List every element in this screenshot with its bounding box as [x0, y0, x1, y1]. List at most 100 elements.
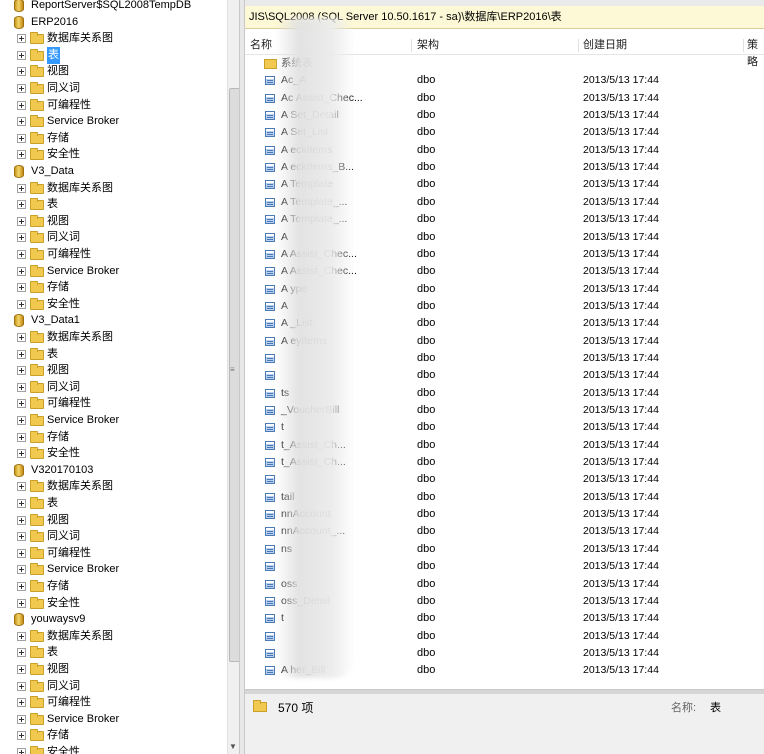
tree-folder-node[interactable]: 表	[0, 46, 227, 64]
expand-icon[interactable]	[17, 133, 26, 143]
tree-database-node[interactable]: ReportServer$SQL2008TempDB	[0, 0, 227, 14]
expand-icon[interactable]	[17, 250, 26, 259]
object-explorer-tree[interactable]: ReportServer$SQL2008TempDB ERP2016 数据库关系图表…	[0, 0, 239, 754]
expand-icon[interactable]	[17, 34, 26, 44]
expand-icon[interactable]	[17, 748, 26, 754]
tree-folder-node[interactable]: 表	[0, 644, 227, 661]
tree-folder-node[interactable]: 数据库关系图	[0, 30, 227, 47]
tree-folder-node[interactable]: 表	[0, 346, 227, 363]
column-divider[interactable]	[743, 39, 744, 52]
expand-icon[interactable]	[17, 416, 26, 425]
expand-icon[interactable]	[17, 631, 26, 641]
expand-icon[interactable]	[17, 698, 26, 708]
tree-folder-node[interactable]: Service Broker	[0, 561, 227, 578]
tree-folder-node[interactable]: 同义词	[0, 80, 227, 97]
expand-icon[interactable]	[17, 349, 26, 359]
tree-folder-node[interactable]: 存储	[0, 279, 227, 296]
column-divider[interactable]	[411, 39, 412, 52]
tree-database-node[interactable]: youwaysv9	[0, 611, 227, 628]
tree-folder-node[interactable]: 安全性	[0, 445, 227, 462]
expand-icon[interactable]	[17, 515, 26, 525]
row-created-date: 2013/5/13 17:44	[583, 317, 659, 330]
expand-icon[interactable]	[17, 216, 26, 226]
table-icon	[265, 284, 275, 294]
tree-folder-node[interactable]: 同义词	[0, 229, 227, 246]
tree-folder-node[interactable]: 安全性	[0, 744, 227, 754]
tree-folder-node[interactable]: 安全性	[0, 296, 227, 313]
expand-icon[interactable]	[17, 582, 26, 591]
tree-database-node[interactable]: V3_Data1	[0, 312, 227, 329]
folder-label: 可编程性	[47, 98, 91, 111]
expand-icon[interactable]	[17, 283, 26, 293]
expand-icon[interactable]	[17, 233, 26, 243]
column-header-name[interactable]: 名称	[250, 37, 272, 54]
tree-folder-node[interactable]: 视图	[0, 213, 227, 230]
tree-folder-node[interactable]: 视图	[0, 661, 227, 678]
expand-icon[interactable]	[17, 333, 26, 342]
tree-folder-node[interactable]: 安全性	[0, 595, 227, 612]
tree-folder-node[interactable]: 存储	[0, 429, 227, 446]
tree-folder-node[interactable]: 安全性	[0, 146, 227, 163]
tree-database-node[interactable]: V320170103	[0, 462, 227, 479]
tree-folder-node[interactable]: 数据库关系图	[0, 478, 227, 495]
expand-icon[interactable]	[17, 382, 26, 392]
expand-icon[interactable]	[17, 84, 26, 93]
tree-folder-node[interactable]: 可编程性	[0, 246, 227, 263]
expand-icon[interactable]	[17, 183, 26, 193]
expand-icon[interactable]	[17, 266, 26, 276]
scroll-down-arrow-icon[interactable]: ▼	[229, 742, 237, 751]
expand-icon[interactable]	[17, 67, 26, 77]
tree-folder-node[interactable]: Service Broker	[0, 412, 227, 429]
expand-icon[interactable]	[17, 100, 26, 110]
expand-icon[interactable]	[17, 366, 26, 376]
tree-folder-node[interactable]: Service Broker	[0, 263, 227, 280]
expand-icon[interactable]	[17, 399, 26, 409]
expand-icon[interactable]	[17, 499, 26, 508]
column-header-created[interactable]: 创建日期	[583, 37, 627, 54]
tree-folder-node[interactable]: 视图	[0, 512, 227, 529]
column-divider[interactable]	[578, 39, 579, 52]
expand-icon[interactable]	[17, 665, 26, 674]
tree-folder-node[interactable]: 数据库关系图	[0, 628, 227, 645]
tree-folder-node[interactable]: 数据库关系图	[0, 180, 227, 197]
tree-folder-node[interactable]: 存储	[0, 130, 227, 147]
expand-icon[interactable]	[17, 565, 26, 575]
tree-folder-node[interactable]: 存储	[0, 578, 227, 595]
folder-icon	[30, 297, 44, 310]
expand-icon[interactable]	[17, 50, 26, 60]
folder-label: Service Broker	[47, 264, 120, 277]
expand-icon[interactable]	[17, 449, 26, 459]
expand-icon[interactable]	[17, 150, 26, 160]
tree-folder-node[interactable]: 表	[0, 196, 227, 213]
tree-folder-node[interactable]: 同义词	[0, 379, 227, 396]
tree-folder-node[interactable]: 数据库关系图	[0, 329, 227, 346]
tree-folder-node[interactable]: 可编程性	[0, 395, 227, 412]
item-count: 570 项	[278, 701, 314, 715]
tree-folder-node[interactable]: 同义词	[0, 678, 227, 695]
tree-folder-node[interactable]: 可编程性	[0, 545, 227, 562]
tree-folder-node[interactable]: 同义词	[0, 528, 227, 545]
column-header-schema[interactable]: 架构	[417, 37, 439, 54]
tree-folder-node[interactable]: Service Broker	[0, 711, 227, 728]
tree-folder-node[interactable]: 表	[0, 495, 227, 512]
expand-icon[interactable]	[17, 731, 26, 741]
expand-icon[interactable]	[17, 714, 26, 724]
expand-icon[interactable]	[17, 432, 26, 442]
expand-icon[interactable]	[17, 648, 26, 658]
expand-icon[interactable]	[17, 548, 26, 558]
tree-folder-node[interactable]: 视图	[0, 362, 227, 379]
expand-icon[interactable]	[17, 299, 26, 309]
tree-database-node[interactable]: ERP2016	[0, 14, 227, 31]
expand-icon[interactable]	[17, 200, 26, 210]
tree-folder-node[interactable]: 可编程性	[0, 694, 227, 711]
tree-database-node[interactable]: V3_Data	[0, 163, 227, 180]
expand-icon[interactable]	[17, 117, 26, 127]
expand-icon[interactable]	[17, 532, 26, 542]
tree-folder-node[interactable]: Service Broker	[0, 113, 227, 130]
expand-icon[interactable]	[17, 681, 26, 691]
expand-icon[interactable]	[17, 482, 26, 492]
tree-folder-node[interactable]: 视图	[0, 63, 227, 80]
tree-folder-node[interactable]: 存储	[0, 727, 227, 744]
expand-icon[interactable]	[17, 598, 26, 608]
tree-folder-node[interactable]: 可编程性	[0, 97, 227, 114]
